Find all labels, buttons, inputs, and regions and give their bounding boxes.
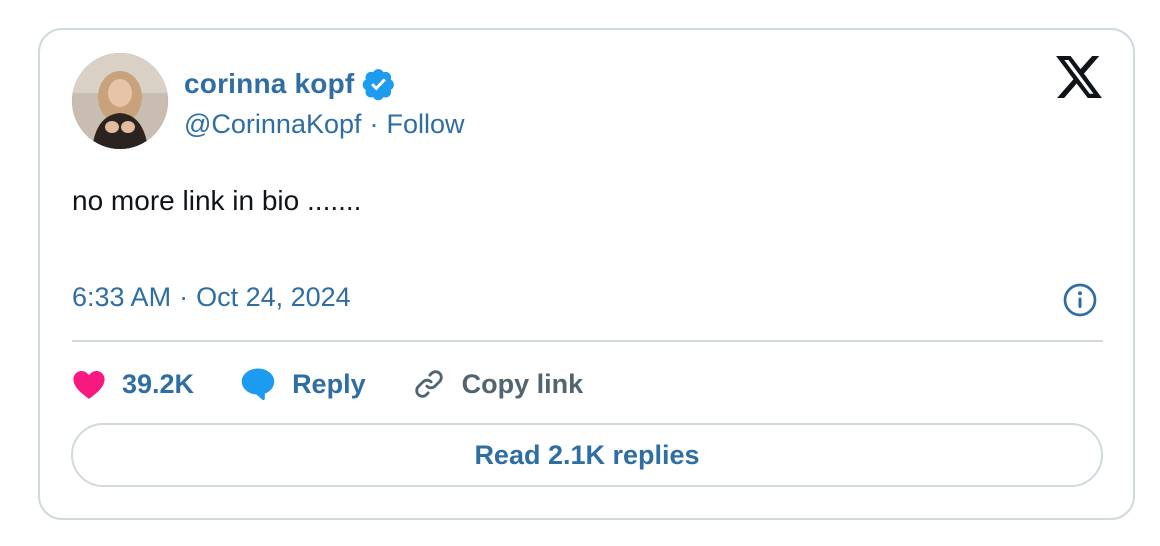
- author-name-row: corinna kopf: [184, 64, 396, 104]
- likes-count: 39.2K: [122, 368, 195, 399]
- copy-link-label: Copy link: [461, 368, 584, 399]
- reply-button[interactable]: Reply: [240, 367, 366, 401]
- verified-badge-icon: [362, 67, 396, 101]
- copy-link-button[interactable]: Copy link: [412, 367, 584, 401]
- divider: [72, 340, 1103, 342]
- handle-separator: ·: [369, 108, 379, 139]
- author-handle[interactable]: @CorinnaKopf: [184, 109, 362, 140]
- tweet-text: no more link in bio .......: [72, 185, 362, 216]
- timestamp-separator: ·: [179, 282, 189, 312]
- tweet-timestamp[interactable]: 6:33 AM · Oct 24, 2024: [72, 282, 351, 313]
- heart-icon: [73, 370, 105, 399]
- reply-label: Reply: [292, 368, 366, 399]
- x-logo-icon[interactable]: [1056, 56, 1102, 98]
- avatar[interactable]: [72, 53, 168, 149]
- author-name[interactable]: corinna kopf: [184, 68, 354, 100]
- author-handle-row: @CorinnaKopf · Follow: [184, 104, 465, 144]
- read-replies-label: Read 2.1K replies: [474, 439, 700, 470]
- tweet-actions: 39.2K Reply Copy link: [72, 362, 583, 406]
- tweet-date[interactable]: Oct 24, 2024: [196, 282, 351, 313]
- read-replies-button[interactable]: Read 2.1K replies: [71, 423, 1103, 487]
- reply-bubble-icon: [241, 368, 275, 401]
- link-icon: [414, 370, 443, 398]
- follow-link[interactable]: Follow: [387, 109, 465, 140]
- info-icon[interactable]: [1062, 282, 1098, 318]
- like-button[interactable]: 39.2K: [72, 368, 194, 400]
- tweet-time[interactable]: 6:33 AM: [72, 282, 171, 313]
